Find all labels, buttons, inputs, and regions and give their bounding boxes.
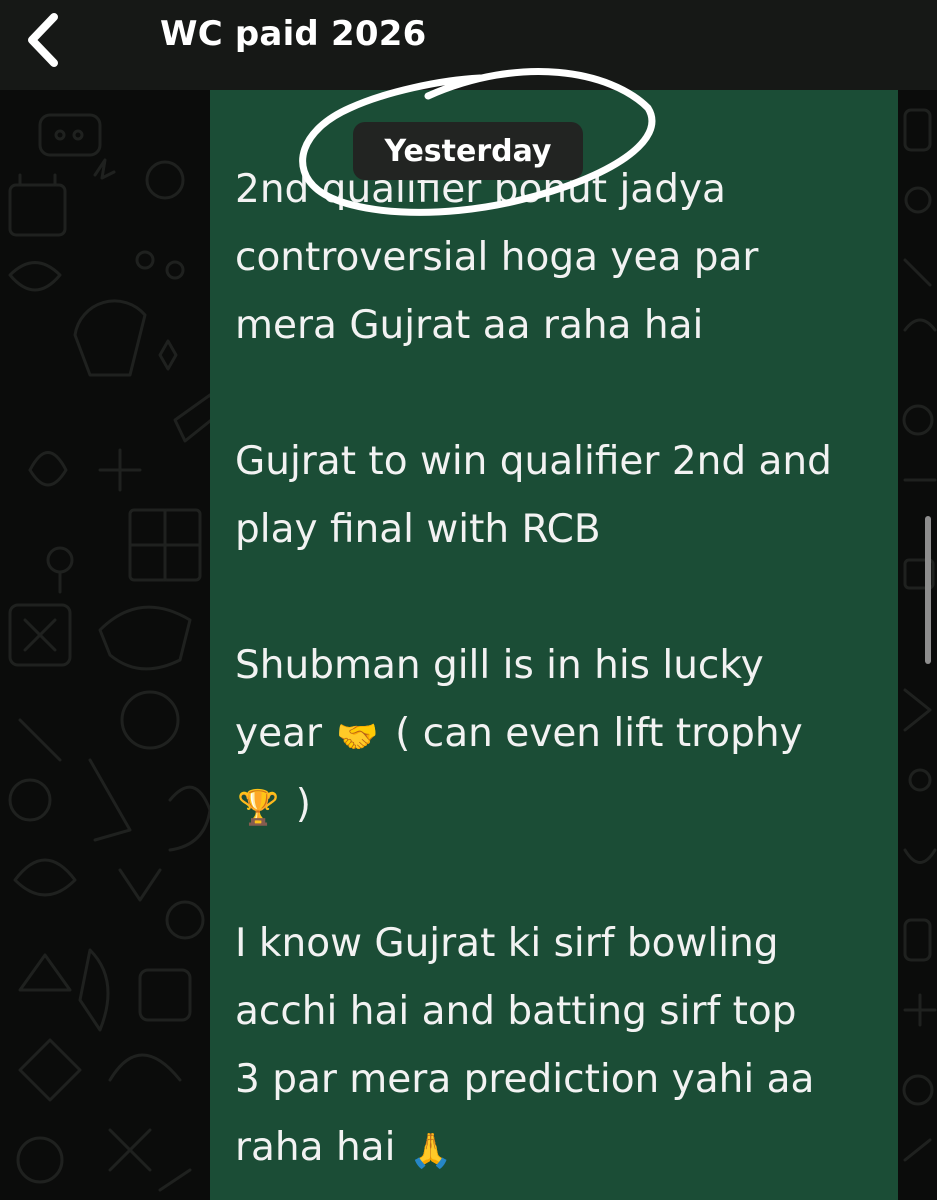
chevron-left-icon — [28, 13, 58, 67]
trophy-emoji-icon: 🏆 — [237, 788, 280, 828]
chat-header: WC paid 2026 — [0, 0, 937, 90]
message-line: I know Gujrat ki sirf bowling — [235, 921, 779, 966]
message-paragraph: Gujrat to win qualifier 2nd and play fin… — [235, 428, 885, 564]
message-line: 3 par mera prediction yahi aa — [235, 1057, 815, 1102]
date-divider-pill: Yesterday — [353, 122, 583, 180]
message-line: raha hai 🙏 — [235, 1114, 885, 1185]
message-text: 2nd qualifier bohut jadya controversial … — [235, 156, 885, 1185]
handshake-emoji-icon: 🤝 — [336, 717, 379, 757]
message-text-fragment: ( can even lift trophy — [395, 711, 803, 756]
message-line: acchi hai and batting sirf top — [235, 989, 797, 1034]
message-text-fragment: raha hai — [235, 1125, 396, 1170]
message-text-fragment: year — [235, 711, 323, 756]
message-line: Shubman gill is in his lucky — [235, 643, 764, 688]
message-line: play final with RCB — [235, 507, 601, 552]
message-line: year 🤝 ( can even lift trophy — [235, 700, 885, 771]
message-bubble[interactable]: 2nd qualifier bohut jadya controversial … — [210, 90, 898, 1200]
folded-hands-emoji-icon: 🙏 — [409, 1131, 453, 1171]
message-line: mera Gujrat aa raha hai — [235, 303, 704, 348]
scrollbar-thumb[interactable] — [925, 516, 931, 664]
message-line: Gujrat to win qualifier 2nd and — [235, 439, 832, 484]
chat-title[interactable]: WC paid 2026 — [160, 14, 426, 54]
back-button[interactable] — [14, 8, 70, 72]
message-paragraph: 2nd qualifier bohut jadya controversial … — [235, 156, 885, 360]
message-line: controversial hoga yea par — [235, 235, 759, 280]
message-paragraph: Shubman gill is in his lucky year 🤝 ( ca… — [235, 632, 885, 842]
message-paragraph: I know Gujrat ki sirf bowling acchi hai … — [235, 910, 885, 1185]
message-text-fragment: ) — [295, 782, 311, 827]
message-line: 🏆 ) — [235, 771, 885, 842]
